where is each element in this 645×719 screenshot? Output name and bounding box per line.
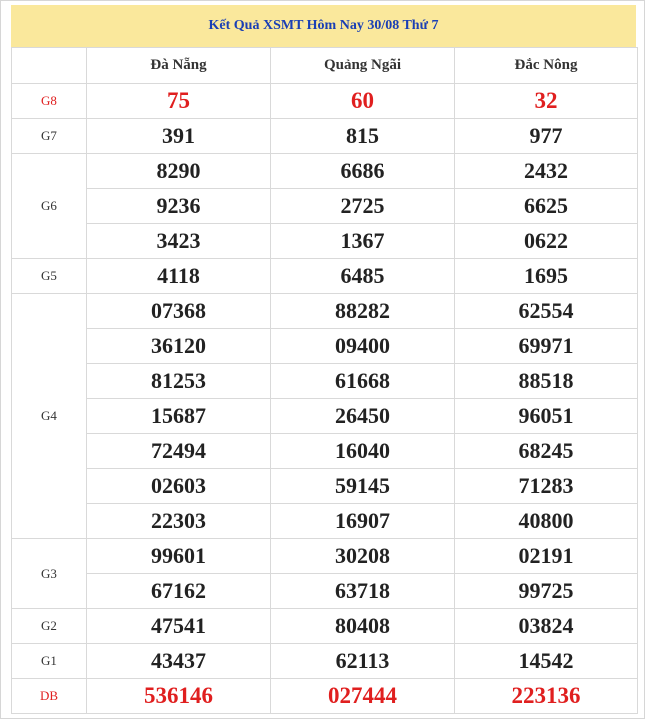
result-number: 15687 — [86, 398, 271, 434]
result-number: 07368 — [86, 293, 271, 329]
result-number: 223136 — [454, 678, 638, 714]
result-number: 2432 — [454, 153, 638, 189]
prize-label: G3 — [11, 538, 87, 609]
result-number: 61668 — [270, 363, 455, 399]
result-number: 47541 — [86, 608, 271, 644]
result-number: 69971 — [454, 328, 638, 364]
result-number: 88518 — [454, 363, 638, 399]
result-number: 9236 — [86, 188, 271, 224]
result-number: 99601 — [86, 538, 271, 574]
result-number: 16040 — [270, 433, 455, 469]
result-number: 22303 — [86, 503, 271, 539]
result-number: 99725 — [454, 573, 638, 609]
prize-row-g3: G3 99601 30208 02191 — [11, 538, 638, 609]
result-number: 536146 — [86, 678, 271, 714]
result-number: 1695 — [454, 258, 638, 294]
result-number: 43437 — [86, 643, 271, 679]
prize-label: G4 — [11, 293, 87, 539]
results-panel: Kết Quả XSMT Hôm Nay 30/08 Thứ 7 Đà Nẵng… — [0, 0, 645, 719]
prize-label: DB — [11, 678, 87, 714]
result-number: 59145 — [270, 468, 455, 504]
prize-row-g4: G4 07368 88282 62554 — [11, 293, 638, 539]
prize-label: G1 — [11, 643, 87, 679]
result-number: 0622 — [454, 223, 638, 259]
prize-row-g6: G6 8290 6686 2432 — [11, 153, 638, 259]
result-number: 63718 — [270, 573, 455, 609]
result-number: 96051 — [454, 398, 638, 434]
header-province-2: Quảng Ngãi — [270, 47, 455, 84]
result-number: 30208 — [270, 538, 455, 574]
header-province-3: Đắc Nông — [454, 47, 638, 84]
result-number: 62113 — [270, 643, 455, 679]
result-number: 72494 — [86, 433, 271, 469]
results-body: G8 75 60 32 G7 391 815 977 G6 8290 6686 2432 9236 272… — [11, 83, 638, 714]
prize-label: G5 — [11, 258, 87, 294]
result-number: 391 — [86, 118, 271, 154]
result-number: 40800 — [454, 503, 638, 539]
prize-row-g7: G7 391 815 977 — [11, 118, 638, 154]
result-number: 75 — [86, 83, 271, 119]
result-number: 815 — [270, 118, 455, 154]
result-number: 6485 — [270, 258, 455, 294]
prize-label: G2 — [11, 608, 87, 644]
result-number: 68245 — [454, 433, 638, 469]
prize-row-g4: 36120 09400 69971 — [12, 328, 638, 364]
header-row: Đà Nẵng Quảng Ngãi Đắc Nông — [11, 47, 638, 84]
result-number: 6686 — [270, 153, 455, 189]
prize-row-g4: 22303 16907 40800 — [12, 503, 638, 539]
result-number: 02191 — [454, 538, 638, 574]
result-number: 3423 — [86, 223, 271, 259]
prize-row-g4: 72494 16040 68245 — [12, 433, 638, 469]
prize-row-g6: 3423 1367 0622 — [12, 223, 638, 259]
result-number: 62554 — [454, 293, 638, 329]
result-number: 14542 — [454, 643, 638, 679]
result-number: 71283 — [454, 468, 638, 504]
result-number: 26450 — [270, 398, 455, 434]
result-number: 80408 — [270, 608, 455, 644]
prize-row-g4: 02603 59145 71283 — [12, 468, 638, 504]
result-number: 1367 — [270, 223, 455, 259]
header-province-1: Đà Nẵng — [86, 47, 271, 84]
prize-row-g1: G1 43437 62113 14542 — [11, 643, 638, 679]
prize-row-g5: G5 4118 6485 1695 — [11, 258, 638, 294]
result-number: 4118 — [86, 258, 271, 294]
prize-row-g3: 67162 63718 99725 — [12, 573, 638, 609]
prize-label: G8 — [11, 83, 87, 119]
result-number: 8290 — [86, 153, 271, 189]
result-number: 81253 — [86, 363, 271, 399]
result-number: 32 — [454, 83, 638, 119]
prize-row-db: DB 536146 027444 223136 — [11, 678, 638, 714]
result-number: 60 — [270, 83, 455, 119]
header-prize-cell — [11, 47, 87, 84]
result-number: 03824 — [454, 608, 638, 644]
prize-row-g2: G2 47541 80408 03824 — [11, 608, 638, 644]
result-number: 88282 — [270, 293, 455, 329]
result-number: 36120 — [86, 328, 271, 364]
prize-row-g4: 81253 61668 88518 — [12, 363, 638, 399]
result-number: 977 — [454, 118, 638, 154]
result-number: 027444 — [270, 678, 455, 714]
results-table: Đà Nẵng Quảng Ngãi Đắc Nông G8 75 60 32 G7 39… — [11, 47, 638, 714]
prize-label: G7 — [11, 118, 87, 154]
result-number: 2725 — [270, 188, 455, 224]
prize-row-g8: G8 75 60 32 — [11, 83, 638, 119]
results-title: Kết Quả XSMT Hôm Nay 30/08 Thứ 7 — [11, 5, 636, 47]
result-number: 16907 — [270, 503, 455, 539]
result-number: 09400 — [270, 328, 455, 364]
prize-row-g6: 9236 2725 6625 — [12, 188, 638, 224]
result-number: 67162 — [86, 573, 271, 609]
prize-label: G6 — [11, 153, 87, 259]
prize-row-g4: 15687 26450 96051 — [12, 398, 638, 434]
result-number: 6625 — [454, 188, 638, 224]
result-number: 02603 — [86, 468, 271, 504]
